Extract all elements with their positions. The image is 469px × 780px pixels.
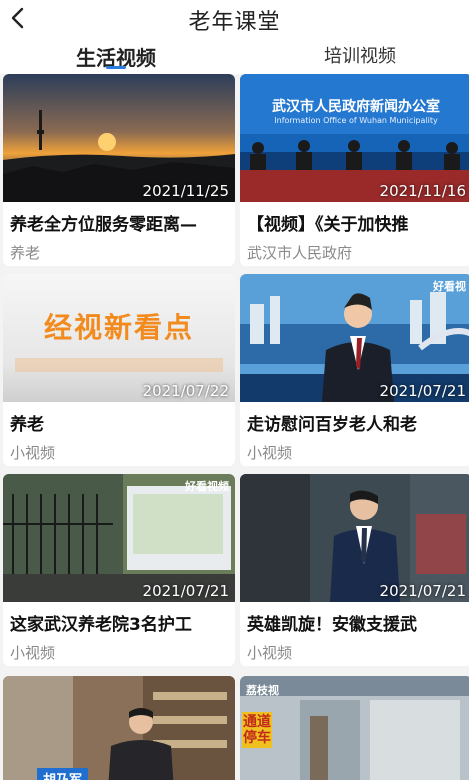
active-tab-indicator [106,66,126,69]
video-card[interactable]: 好看视频 2021/07/21 这家武汉养老院3名护工 小视频 [3,474,235,666]
video-title: 走访慰问百岁老人和老 [247,415,417,435]
video-title: 养老全方位服务零距离— [10,215,197,235]
parking-sign: 通道停车 [242,712,272,748]
video-thumbnail: 好看视频 2021/07/21 [3,474,235,602]
video-card[interactable]: 2021/07/21 英雄凯旋！安徽支援武 小视频 [240,474,469,666]
overlay-heading: 武汉市人民政府新闻办公室 [272,99,440,115]
video-thumbnail: 武汉市人民政府新闻办公室 Information Office of Wuhan… [240,74,469,202]
overlay-text: 经视新看点 [43,311,194,344]
video-source: 武汉市人民政府 [247,244,353,262]
top-bar: 老年课堂 [0,0,469,36]
overlay-subheading: Information Office of Wuhan Municipality [274,116,438,125]
video-title: 这家武汉养老院3名护工 [10,615,192,635]
video-source: 养老 [10,244,41,262]
video-thumbnail: 2021/11/25 [3,74,235,202]
tab-bar: 生活视频 培训视频 [0,36,469,74]
page-title: 老年课堂 [188,10,281,35]
brand-watermark: 好看视 [433,280,466,293]
video-source: 小视频 [10,644,56,662]
video-date: 2021/07/21 [379,582,466,600]
video-card[interactable]: 经视新看点 2021/07/22 养老 小视频 [3,274,235,466]
video-source: 小视频 [247,644,293,662]
video-thumbnail: 经视新看点 2021/07/22 [3,274,235,402]
video-title: 养老 [10,415,44,435]
video-card[interactable]: 2021/11/25 养老全方位服务零距离— 养老 [3,74,235,266]
video-date: 2021/11/25 [142,182,229,200]
video-thumbnail: 通道停车 荔枝视 [240,676,469,780]
video-title: 【视频】《关于加快推 [247,215,409,235]
video-date: 2021/07/22 [142,382,229,400]
video-date: 2021/11/16 [379,182,466,200]
video-card[interactable]: 武汉市人民政府新闻办公室 Information Office of Wuhan… [240,74,469,266]
tab-training-videos[interactable]: 培训视频 [324,42,396,68]
video-thumbnail: 好看视 2021/07/21 [240,274,469,402]
video-thumbnail: 2021/07/21 [240,474,469,602]
video-card[interactable]: 通道停车 荔枝视 [240,676,469,780]
video-source: 小视频 [10,444,56,462]
video-caption: 胡乃军 [37,768,89,780]
video-title: 英雄凯旋！安徽支援武 [247,615,417,635]
brand-watermark: 好看视频 [185,480,229,493]
video-card[interactable]: 好看视 2021/07/21 走访慰问百岁老人和老 小视频 [240,274,469,466]
video-thumbnail: 胡乃军 [3,676,235,780]
video-date: 2021/07/21 [142,582,229,600]
video-source: 小视频 [247,444,293,462]
video-card[interactable]: 胡乃军 [3,676,235,780]
video-date: 2021/07/21 [379,382,466,400]
brand-watermark: 荔枝视 [246,684,279,697]
